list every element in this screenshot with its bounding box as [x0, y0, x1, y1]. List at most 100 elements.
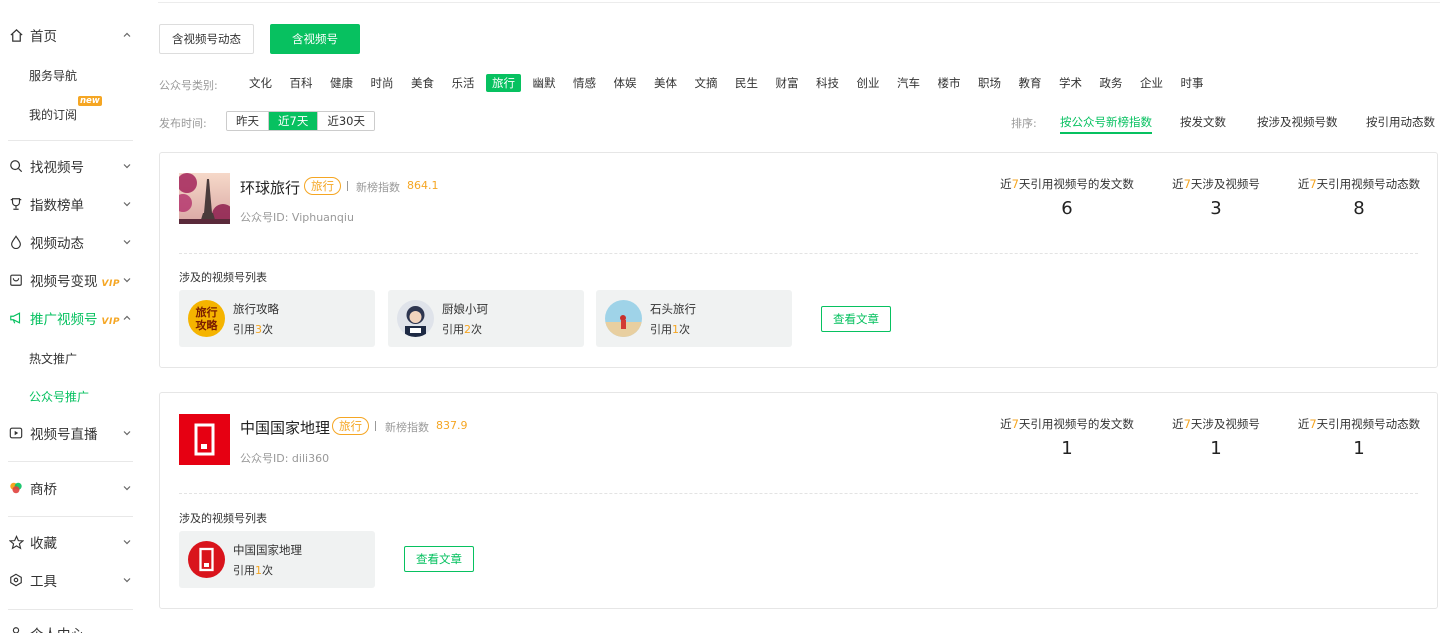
account-card: 中国国家地理 旅行 新榜指数 837.9 公众号ID: dili360 近7天引… — [159, 392, 1438, 609]
sidebar-item-home[interactable]: 首页 — [0, 20, 146, 50]
sidebar-item-tools[interactable]: 工具 — [0, 565, 146, 595]
chevron-down-icon — [123, 164, 131, 169]
category-option[interactable]: 文摘 — [689, 74, 724, 92]
sidebar-item-index-rank[interactable]: 指数榜单 — [0, 189, 146, 219]
time-option[interactable]: 昨天 — [227, 112, 269, 130]
sidebar-item-label: 首页 — [30, 29, 57, 45]
category-option[interactable]: 美体 — [648, 74, 683, 92]
channel-list-title: 涉及的视频号列表 — [179, 512, 267, 525]
channel-cite-count: 引用1次 — [233, 564, 273, 577]
sort-by-post-count[interactable]: 按发文数 — [1180, 114, 1226, 130]
channel-tile[interactable]: 中国国家地理 引用1次 — [179, 531, 375, 588]
category-option[interactable]: 汽车 — [891, 74, 926, 92]
channel-tile[interactable]: 石头旅行 引用1次 — [596, 290, 792, 347]
time-option[interactable]: 近7天 — [269, 112, 319, 130]
sort-label: 排序: — [1011, 117, 1037, 130]
category-option[interactable]: 时事 — [1175, 74, 1210, 92]
account-name[interactable]: 环球旅行 — [240, 177, 300, 198]
sidebar-item-personal-center[interactable]: 个人中心 — [0, 618, 146, 633]
channel-tile[interactable]: 旅行攻略 旅行攻略 引用3次 — [179, 290, 375, 347]
sidebar-item-label: 商桥 — [30, 482, 57, 498]
sidebar-item-label: 指数榜单 — [30, 198, 84, 214]
category-option[interactable]: 旅行 — [486, 74, 521, 92]
category-option[interactable]: 乐活 — [446, 74, 481, 92]
category-option[interactable]: 职场 — [972, 74, 1007, 92]
category-option[interactable]: 情感 — [567, 74, 602, 92]
category-option[interactable]: 体娱 — [608, 74, 643, 92]
chevron-down-icon — [123, 578, 131, 583]
category-option[interactable]: 企业 — [1134, 74, 1169, 92]
channel-tile[interactable]: 厨娘小珂 引用2次 — [388, 290, 584, 347]
account-name[interactable]: 中国国家地理 — [240, 417, 330, 438]
separator — [347, 181, 348, 191]
category-option[interactable]: 楼市 — [932, 74, 967, 92]
channel-cite-count: 引用3次 — [233, 323, 273, 336]
channel-name: 厨娘小珂 — [442, 302, 488, 316]
time-filter-label: 发布时间: — [159, 117, 207, 130]
category-option[interactable]: 民生 — [729, 74, 764, 92]
channel-name: 中国国家地理 — [233, 543, 302, 557]
main-content: 含视频号动态 含视频号 公众号类别: 文化 百科 健康 时尚 美食 乐活 旅行 幽默 情感 体娱美… — [146, 0, 1440, 633]
sidebar-item-promote[interactable]: 推广视频号 VIP — [0, 303, 146, 333]
sort-by-channel-count[interactable]: 按涉及视频号数 — [1257, 114, 1338, 130]
sidebar-sub-hot-promote[interactable]: 热文推广 — [29, 350, 77, 367]
category-option[interactable]: 美食 — [405, 74, 440, 92]
vip-badge: VIP — [101, 279, 120, 289]
category-option[interactable]: 幽默 — [527, 74, 562, 92]
chevron-up-icon — [123, 32, 131, 37]
stat-channel-count: 近7天涉及视频号 3 — [1141, 176, 1291, 219]
category-filter: 文化 百科 健康 时尚 美食 乐活 旅行 幽默 情感 体娱 美体 文摘 民生 财富 科技 创业 汽车 楼市 职场 教育… — [243, 74, 1215, 92]
category-option[interactable]: 文化 — [243, 74, 278, 92]
stat-value: 6 — [1061, 198, 1073, 219]
account-avatar[interactable] — [179, 414, 230, 465]
sidebar-item-label: 推广视频号 VIP — [30, 312, 120, 328]
account-id: 公众号ID: dili360 — [240, 452, 330, 465]
category-option[interactable]: 政务 — [1094, 74, 1129, 92]
sidebar-item-find-channel[interactable]: 找视频号 — [0, 151, 146, 181]
sort-by-dynamic-count[interactable]: 按引用动态数 — [1366, 114, 1435, 130]
channel-cite-count: 引用1次 — [650, 323, 690, 336]
index-label: 新榜指数 — [356, 181, 400, 194]
view-articles-button[interactable]: 查看文章 — [404, 546, 474, 572]
category-option[interactable]: 科技 — [810, 74, 845, 92]
separator — [375, 421, 376, 431]
sidebar-sub-service-nav[interactable]: 服务导航 — [29, 67, 77, 84]
star-icon — [8, 534, 24, 550]
tab-with-channel[interactable]: 含视频号 — [270, 24, 360, 54]
top-divider — [158, 2, 1440, 3]
category-option[interactable]: 教育 — [1013, 74, 1048, 92]
account-card: 环球旅行 旅行 新榜指数 864.1 公众号ID: Viphuanqiu 近7天… — [159, 152, 1438, 368]
category-option[interactable]: 健康 — [324, 74, 359, 92]
time-option[interactable]: 近30天 — [318, 112, 374, 130]
category-option[interactable]: 百科 — [284, 74, 319, 92]
channel-list-title: 涉及的视频号列表 — [179, 271, 267, 284]
sidebar-sub-official-promote[interactable]: 公众号推广 — [29, 388, 89, 405]
sidebar-item-monetize[interactable]: 视频号变现 VIP — [0, 265, 146, 295]
sidebar-item-favorites[interactable]: 收藏 — [0, 527, 146, 557]
time-filter: 昨天 近7天 近30天 — [226, 111, 375, 131]
account-avatar[interactable] — [179, 173, 230, 224]
stat-dynamic-count: 近7天引用视频号动态数 8 — [1284, 176, 1434, 219]
sidebar-divider — [8, 461, 133, 462]
stat-post-count: 近7天引用视频号的发文数 1 — [992, 416, 1142, 459]
vip-badge: VIP — [101, 317, 120, 327]
sidebar-sub-my-subscription[interactable]: 我的订阅 — [29, 106, 77, 123]
channel-avatar — [188, 541, 225, 578]
stat-value: 1 — [1210, 438, 1222, 459]
sort-by-index[interactable]: 按公众号新榜指数 — [1060, 114, 1152, 134]
sidebar-item-live[interactable]: 视频号直播 — [0, 418, 146, 448]
stat-value: 8 — [1353, 198, 1365, 219]
category-option[interactable]: 创业 — [851, 74, 886, 92]
sidebar-item-shangqiao[interactable]: 商桥 — [0, 473, 146, 503]
tab-with-dynamic[interactable]: 含视频号动态 — [159, 24, 254, 54]
sidebar-item-video-dynamic[interactable]: 视频动态 — [0, 227, 146, 257]
category-option[interactable]: 时尚 — [365, 74, 400, 92]
channel-avatar: 旅行攻略 — [188, 300, 225, 337]
channel-name: 旅行攻略 — [233, 302, 279, 316]
sidebar-item-label: 视频号变现 VIP — [30, 274, 120, 290]
sidebar-item-label: 个人中心 — [30, 623, 84, 633]
stat-post-count: 近7天引用视频号的发文数 6 — [992, 176, 1142, 219]
category-option[interactable]: 学术 — [1053, 74, 1088, 92]
category-option[interactable]: 财富 — [770, 74, 805, 92]
view-articles-button[interactable]: 查看文章 — [821, 306, 891, 332]
